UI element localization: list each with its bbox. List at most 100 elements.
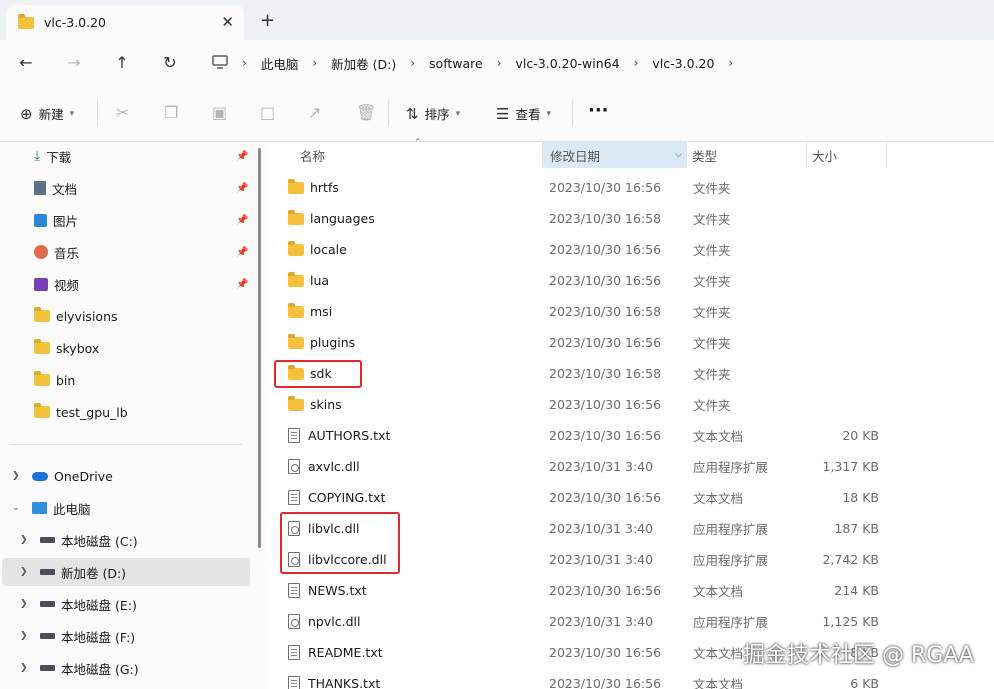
chevron-right-icon[interactable]: ❯ (20, 535, 28, 545)
file-type: 文本文档 (693, 491, 744, 506)
chevron-right-icon[interactable]: ❯ (20, 631, 28, 641)
chevron-right-icon[interactable]: ❯ (12, 471, 20, 481)
file-row[interactable]: plugins 2023/10/30 16:56 文件夹 (266, 327, 994, 358)
file-row[interactable]: msi 2023/10/30 16:58 文件夹 (266, 296, 994, 327)
pin-icon[interactable]: 📌 (236, 279, 248, 290)
sidebar-item-drive-f[interactable]: ❯ 本地磁盘 (F:) (0, 622, 250, 650)
pin-icon[interactable]: 📌 (236, 247, 248, 258)
sidebar-item-pictures[interactable]: 图片 📌 (0, 206, 250, 234)
file-row[interactable]: COPYING.txt 2023/10/30 16:56 文本文档 18 KB (266, 482, 994, 513)
refresh-button[interactable]: ↻ (158, 50, 182, 74)
file-row[interactable]: npvlc.dll 2023/10/31 3:40 应用程序扩展 1,125 KB (266, 606, 994, 637)
sidebar-item-drive-g[interactable]: ❯ 本地磁盘 (G:) (0, 654, 250, 682)
close-tab-button[interactable]: ✕ (221, 13, 234, 31)
tab-vlc[interactable]: vlc-3.0.20 ✕ (6, 5, 244, 40)
folder-icon (288, 178, 304, 194)
sidebar-item-onedrive[interactable]: ❯ OneDrive (0, 462, 250, 490)
file-row[interactable]: hrtfs 2023/10/30 16:56 文件夹 (266, 172, 994, 203)
new-button[interactable]: ⊕ 新建 ▾ (20, 104, 74, 123)
breadcrumb-item[interactable]: software (429, 56, 483, 71)
column-header-modified[interactable]: 修改日期 ⌵ (542, 142, 686, 168)
sidebar-item-drive-c[interactable]: ❯ 本地磁盘 (C:) (0, 526, 250, 554)
sidebar-item-elyvisions[interactable]: elyvisions (0, 302, 250, 330)
sidebar-item-skybox[interactable]: skybox (0, 334, 250, 362)
file-row[interactable]: sdk 2023/10/30 16:58 文件夹 (266, 358, 994, 389)
file-type: 文件夹 (693, 212, 731, 227)
breadcrumb-item[interactable]: 此电脑 (261, 54, 299, 73)
up-button[interactable]: ↑ (110, 50, 134, 74)
sidebar-item-downloads[interactable]: ⤓ 下载 📌 (0, 142, 250, 170)
navigation-bar: ← → ↑ ↻ › 此电脑 › 新加卷 (D:) › software › vl… (0, 40, 994, 86)
address-bar[interactable]: › 此电脑 › 新加卷 (D:) › software › vlc-3.0.20… (198, 46, 994, 80)
breadcrumb-item[interactable]: vlc-3.0.20 (652, 56, 714, 71)
rename-icon[interactable]: □ (260, 103, 275, 122)
chevron-down-icon[interactable]: ⌵ (675, 150, 682, 160)
file-size (786, 327, 879, 358)
file-row[interactable]: NEWS.txt 2023/10/30 16:56 文本文档 214 KB (266, 575, 994, 606)
sidebar-item-this-pc[interactable]: ⌄ 此电脑 (0, 494, 250, 522)
file-name-cell: COPYING.txt (288, 482, 385, 513)
delete-icon[interactable]: 🗑 (356, 103, 376, 122)
text-file-icon (288, 490, 300, 505)
column-divider[interactable] (806, 142, 807, 168)
sidebar-item-drive-e[interactable]: ❯ 本地磁盘 (E:) (0, 590, 250, 618)
pin-icon[interactable]: 📌 (236, 183, 248, 194)
text-file-icon (288, 428, 300, 443)
file-list: 名称 ⌃ 修改日期 ⌵ 类型 大小 hrtfs 2023/10/30 16:56 文… (266, 138, 994, 689)
column-divider[interactable] (686, 142, 687, 168)
file-size: 2,742 KB (822, 552, 879, 567)
video-icon (34, 277, 48, 291)
column-header-type[interactable]: 类型 (692, 142, 802, 168)
chevron-right-icon[interactable]: ❯ (20, 599, 28, 609)
file-row[interactable]: THANKS.txt 2023/10/30 16:56 文本文档 6 KB (266, 668, 994, 689)
more-button[interactable]: ··· (588, 100, 609, 121)
file-type: 文件夹 (693, 305, 731, 320)
sidebar-item-bin[interactable]: bin (0, 366, 250, 394)
onedrive-icon (32, 471, 48, 481)
file-row[interactable]: lua 2023/10/30 16:56 文件夹 (266, 265, 994, 296)
breadcrumb-item[interactable]: 新加卷 (D:) (331, 54, 396, 73)
folder-icon (34, 339, 50, 354)
sidebar-item-documents[interactable]: 文档 📌 (0, 174, 250, 202)
nav-scrollbar[interactable] (258, 148, 261, 548)
breadcrumb-item[interactable]: vlc-3.0.20-win64 (516, 56, 620, 71)
sidebar-item-label: 音乐 (54, 245, 80, 261)
file-row[interactable]: AUTHORS.txt 2023/10/30 16:56 文本文档 20 KB (266, 420, 994, 451)
folder-icon (34, 307, 50, 322)
forward-button[interactable]: → (62, 50, 86, 74)
column-header-size[interactable]: 大小 (812, 142, 886, 168)
pin-icon[interactable]: 📌 (236, 151, 248, 162)
file-row[interactable]: axvlc.dll 2023/10/31 3:40 应用程序扩展 1,317 KB (266, 451, 994, 482)
column-divider[interactable] (886, 142, 887, 168)
pin-icon[interactable]: 📌 (236, 215, 248, 226)
file-row[interactable]: languages 2023/10/30 16:58 文件夹 (266, 203, 994, 234)
paste-icon[interactable]: ▣ (212, 103, 227, 122)
chevron-right-icon[interactable]: ❯ (20, 663, 28, 673)
sidebar-item-label: 下载 (46, 149, 72, 165)
copy-icon[interactable]: ❐ (164, 103, 178, 122)
sidebar-item-label: 此电脑 (53, 501, 91, 517)
sidebar-item-label: test_gpu_lb (56, 404, 128, 420)
sort-button[interactable]: ⇅ 排序 ▾ (406, 104, 460, 123)
cut-icon[interactable]: ✂ (116, 103, 129, 122)
nav-divider (10, 444, 242, 445)
chevron-right-icon[interactable]: ❯ (20, 567, 28, 577)
file-row[interactable]: locale 2023/10/30 16:56 文件夹 (266, 234, 994, 265)
file-row[interactable]: skins 2023/10/30 16:56 文件夹 (266, 389, 994, 420)
sidebar-item-label: elyvisions (56, 308, 118, 324)
music-icon (34, 245, 48, 259)
new-tab-button[interactable]: + (260, 10, 275, 31)
file-date: 2023/10/30 16:56 (549, 273, 662, 288)
file-date: 2023/10/30 16:58 (549, 304, 662, 319)
highlight-box-sdk (274, 360, 362, 388)
file-date: 2023/10/30 16:56 (549, 397, 662, 412)
back-button[interactable]: ← (14, 50, 38, 74)
sidebar-item-test-gpu-lb[interactable]: test_gpu_lb (0, 398, 250, 426)
sidebar-item-music[interactable]: 音乐 📌 (0, 238, 250, 266)
sidebar-item-videos[interactable]: 视频 📌 (0, 270, 250, 298)
view-button[interactable]: ☰ 查看 ▾ (496, 104, 551, 123)
share-icon[interactable]: ↗ (308, 103, 321, 122)
sidebar-item-drive-d[interactable]: ❯ 新加卷 (D:) (2, 558, 250, 586)
chevron-right-icon: › (410, 56, 416, 70)
chevron-down-icon[interactable]: ⌄ (12, 503, 20, 513)
